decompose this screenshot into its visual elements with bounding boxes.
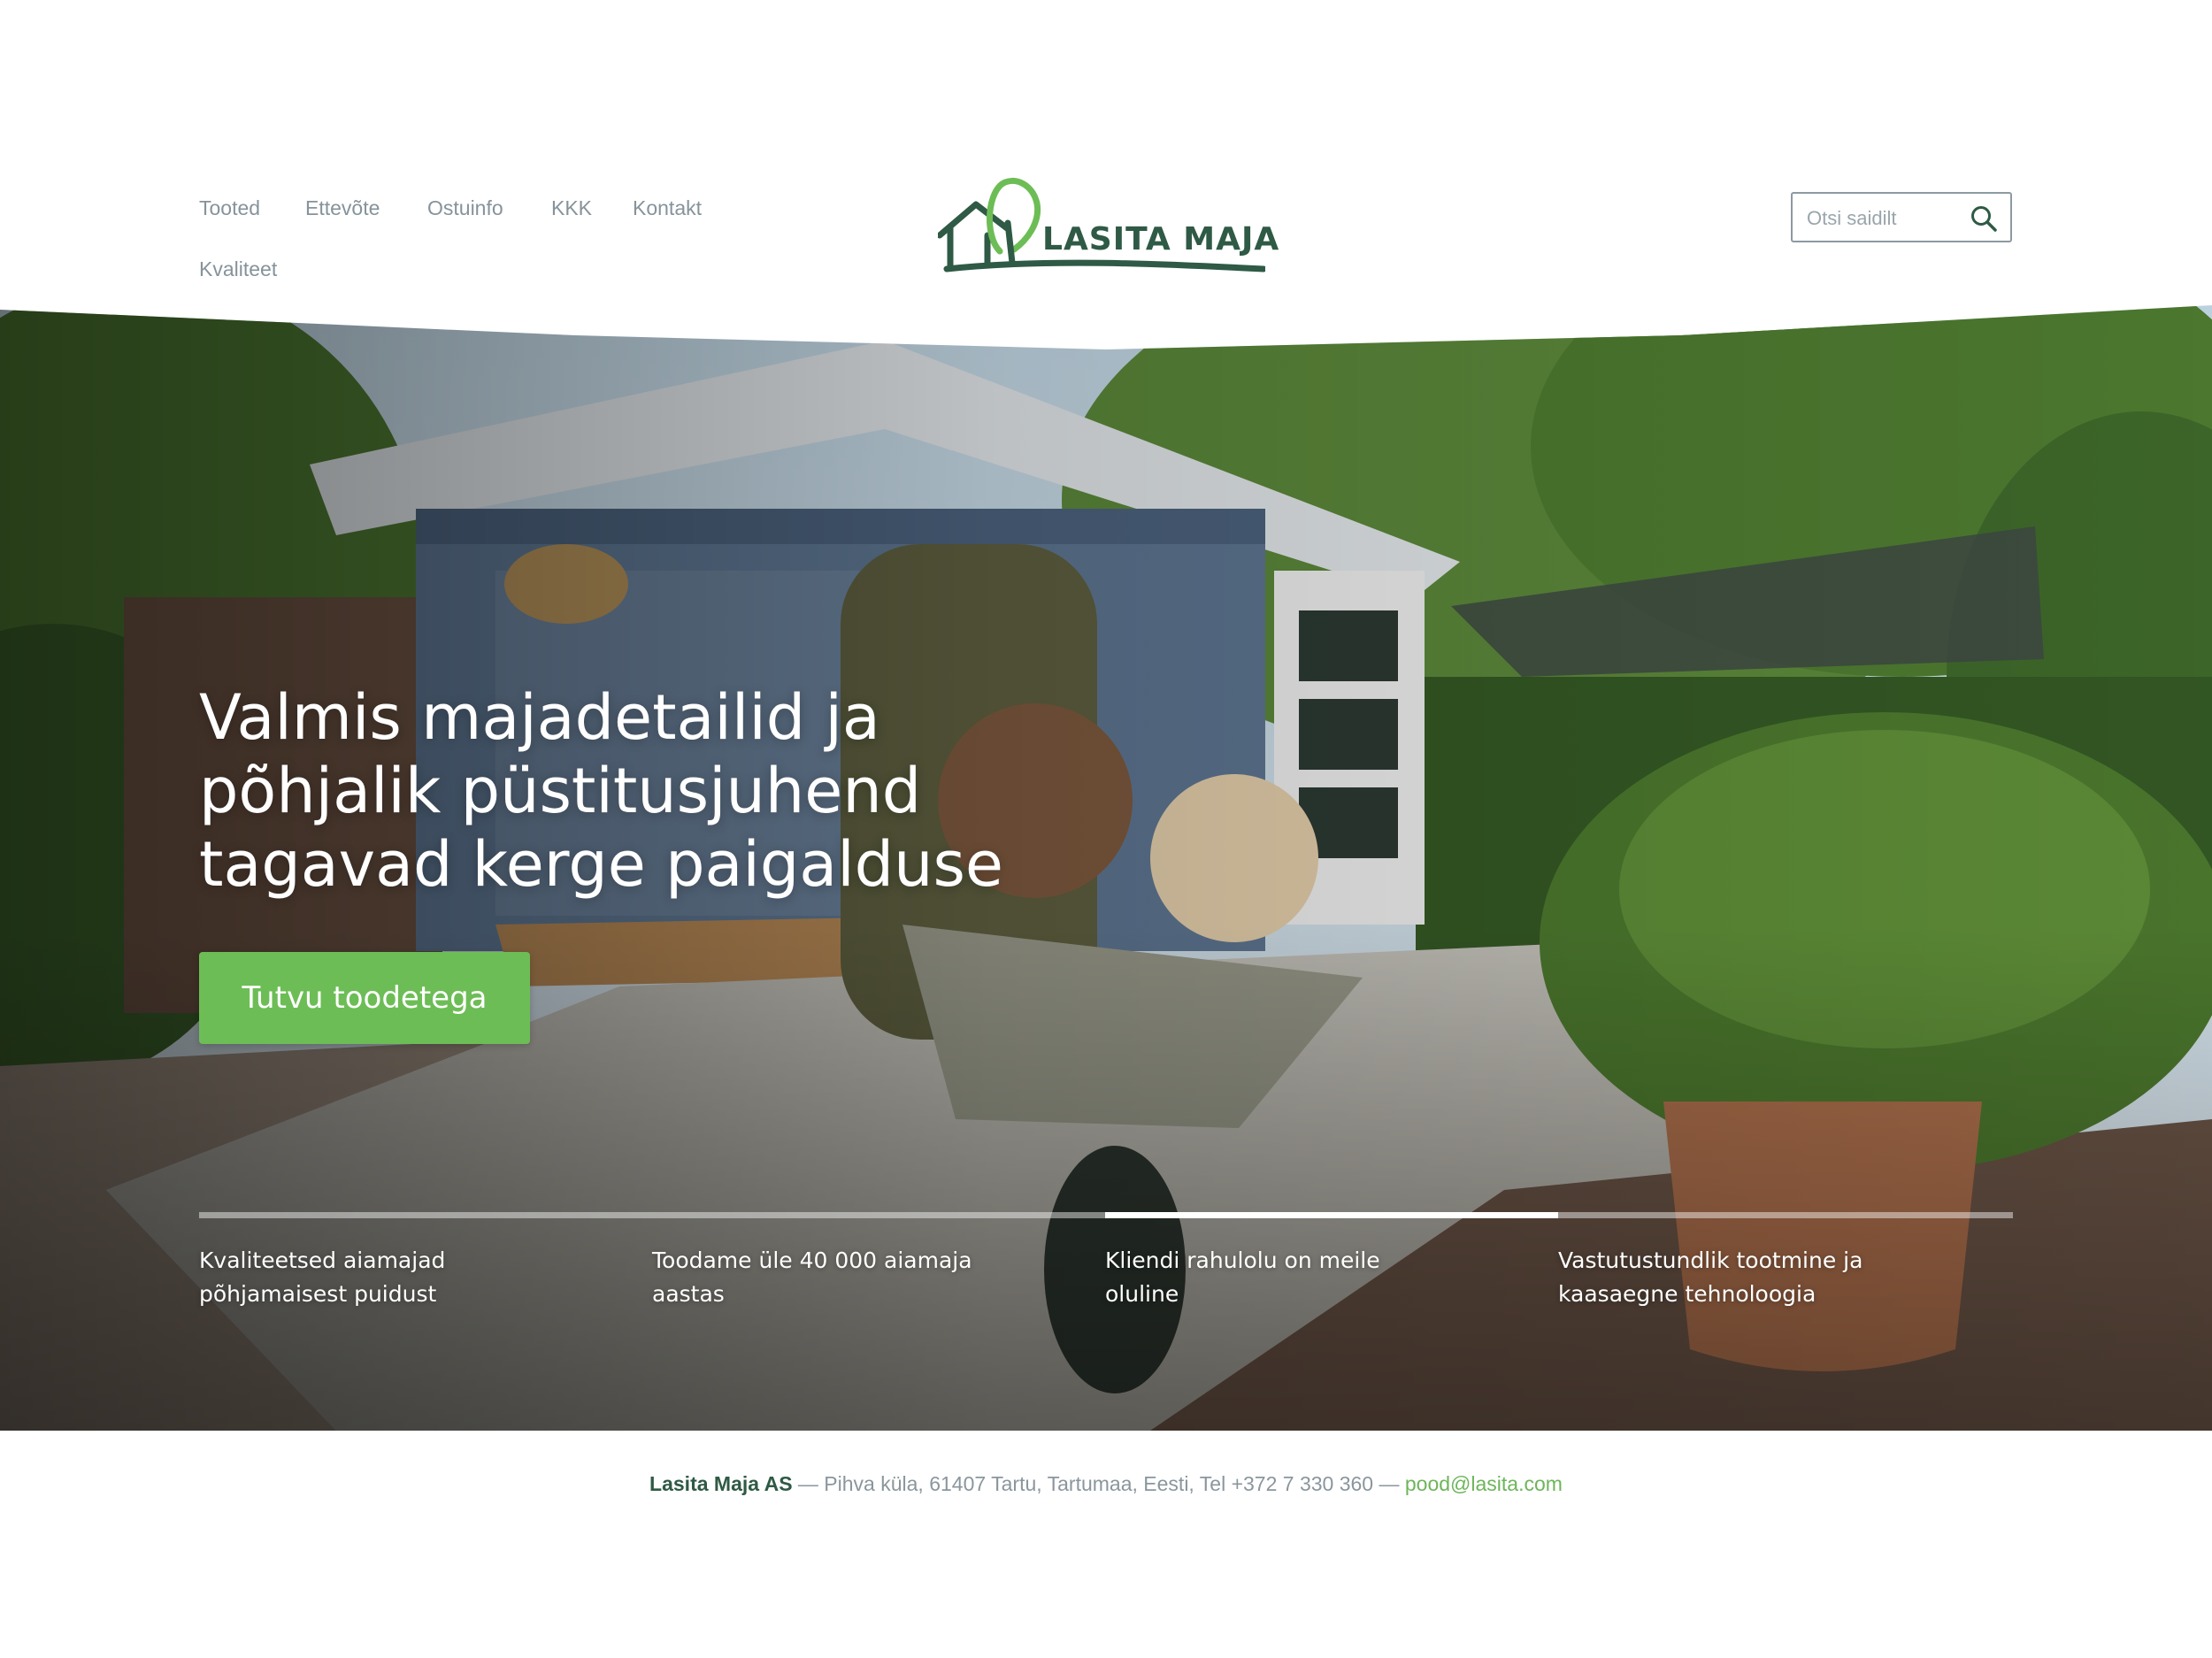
feature-line: kaasaegne tehnoloogia (1558, 1281, 1816, 1307)
hero-title-line: põhjalik püstitusjuhend (199, 755, 922, 827)
email-link[interactable]: pood@lasita.com (1405, 1472, 1563, 1495)
nav-item-kontakt[interactable]: Kontakt (633, 195, 702, 221)
search-icon[interactable] (1970, 204, 1998, 233)
logo[interactable]: LASITA MAJA (938, 173, 1279, 278)
nav-item-tooted[interactable]: Tooted (199, 195, 260, 221)
feature-progress-bar (1558, 1212, 2013, 1218)
feature-line: aastas (652, 1281, 725, 1307)
logo-text: LASITA MAJA (1042, 221, 1280, 257)
feature-text: Kvaliteetsed aiamajad põhjamaisest puidu… (199, 1244, 571, 1311)
hero-title: Valmis majadetailid ja põhjalik püstitus… (199, 681, 1172, 902)
feature-item[interactable]: Toodame üle 40 000 aiamaja aastas (652, 1212, 1105, 1336)
search-box (1791, 192, 2012, 242)
feature-progress-bar-active (1105, 1212, 1558, 1218)
feature-progress-bar (652, 1212, 1105, 1218)
feature-line: Vastutustundlik tootmine ja (1558, 1247, 1863, 1273)
nav-item-ettevote[interactable]: Ettevõte (305, 195, 380, 221)
browse-products-button[interactable]: Tutvu toodetega (199, 952, 530, 1044)
company-address: — Pihva küla, 61407 Tartu, Tartumaa, Ees… (792, 1472, 1405, 1495)
company-name: Lasita Maja AS (649, 1472, 793, 1495)
feature-text: Toodame üle 40 000 aiamaja aastas (652, 1244, 1024, 1311)
feature-line: põhjamaisest puidust (199, 1281, 437, 1307)
feature-line: Kliendi rahulolu on meile (1105, 1247, 1380, 1273)
feature-text: Vastutustundlik tootmine ja kaasaegne te… (1558, 1244, 1930, 1311)
feature-item[interactable]: Kvaliteetsed aiamajad põhjamaisest puidu… (199, 1212, 652, 1336)
nav-item-kvaliteet[interactable]: Kvaliteet (199, 256, 277, 282)
nav-item-kkk[interactable]: KKK (551, 195, 592, 221)
footer-contact: Lasita Maja AS — Pihva küla, 61407 Tartu… (0, 1472, 2212, 1496)
feature-item[interactable]: Kliendi rahulolu on meile oluline (1105, 1212, 1558, 1336)
hero-banner: Valmis majadetailid ja põhjalik püstitus… (0, 305, 2212, 1431)
search-input[interactable] (1805, 203, 1968, 234)
hero-title-line: tagavad kerge paigalduse (199, 828, 1003, 901)
feature-slider: Kvaliteetsed aiamajad põhjamaisest puidu… (199, 1212, 2013, 1336)
feature-item[interactable]: Vastutustundlik tootmine ja kaasaegne te… (1558, 1212, 2013, 1336)
feature-line: oluline (1105, 1281, 1179, 1307)
feature-progress-bar (199, 1212, 652, 1218)
nav-item-ostuinfo[interactable]: Ostuinfo (427, 195, 503, 221)
feature-line: Toodame üle 40 000 aiamaja (652, 1247, 972, 1273)
feature-line: Kvaliteetsed aiamajad (199, 1247, 446, 1273)
hero-title-line: Valmis majadetailid ja (199, 681, 880, 754)
feature-text: Kliendi rahulolu on meile oluline (1105, 1244, 1477, 1311)
